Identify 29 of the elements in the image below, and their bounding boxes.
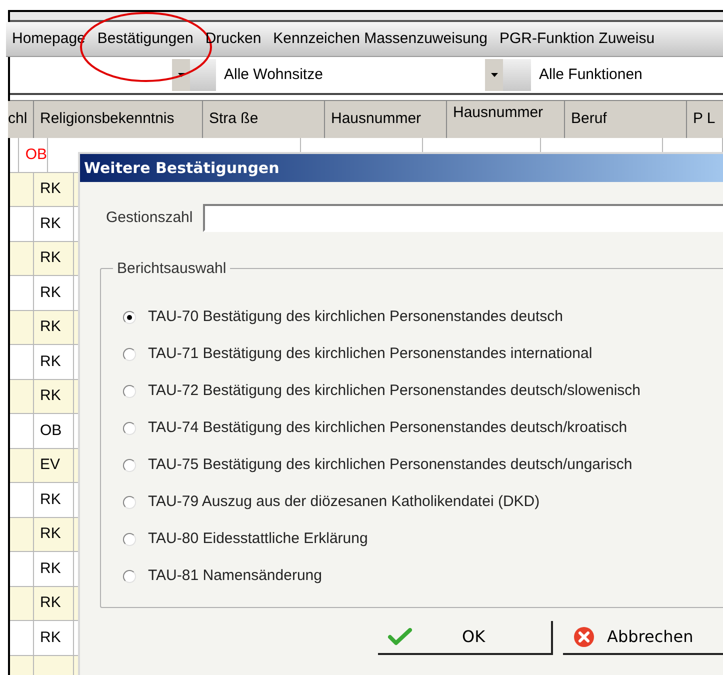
radio-button[interactable] (123, 310, 136, 324)
radio-label[interactable]: TAU-79 Auszug aus der diözesanen Katholikendatei (DKD) (148, 490, 540, 514)
menu-item[interactable]: Bestätigungen (97, 30, 194, 47)
radio-button[interactable] (123, 570, 136, 582)
gestionszahl-field[interactable] (202, 204, 723, 232)
radio-label[interactable]: TAU-80 Eidesstattliche Erklärung (148, 528, 368, 550)
radio-button[interactable] (123, 422, 136, 434)
radio-label[interactable]: TAU-71 Bestätigung des kirchlichen Personenstandes international (148, 342, 592, 366)
radio-button[interactable] (123, 348, 136, 360)
combo-button[interactable] (190, 59, 216, 92)
radio-button[interactable] (123, 458, 136, 472)
radio-label[interactable]: TAU-74 Bestätigung des kirchlichen Personenstandes deutsch/kroatisch (148, 416, 628, 440)
radio-label[interactable]: TAU-72 Bestätigung des kirchlichen Personenstandes deutsch/slowenisch (148, 380, 640, 402)
checkmark-icon (388, 628, 412, 646)
caret-icon (490, 73, 498, 78)
ok-button[interactable]: OK (378, 621, 553, 655)
radio-label[interactable]: TAU-70 Bestätigung des kirchlichen Personenstandes deutsch (148, 306, 563, 328)
menu-item[interactable]: Kennzeichen Massenzuweisung (273, 30, 488, 47)
cancel-icon (573, 626, 595, 648)
radio-label[interactable]: TAU-75 Bestätigung des kirchlichen Personenstandes deutsch/ungarisch (148, 454, 632, 476)
radio-button[interactable] (123, 532, 136, 546)
dialog-title: Weitere Bestätigungen (84, 158, 280, 179)
radio-button[interactable] (123, 384, 136, 398)
dropdown-arrow-button[interactable] (485, 59, 503, 92)
radio-button[interactable] (123, 496, 136, 508)
caret-icon (178, 73, 184, 78)
menu-item[interactable]: PGR-Funktion Zuweisu (499, 30, 655, 47)
radio-label[interactable]: TAU-81 Namensänderung (148, 564, 322, 588)
field-label: Gestionszahl (106, 208, 193, 228)
